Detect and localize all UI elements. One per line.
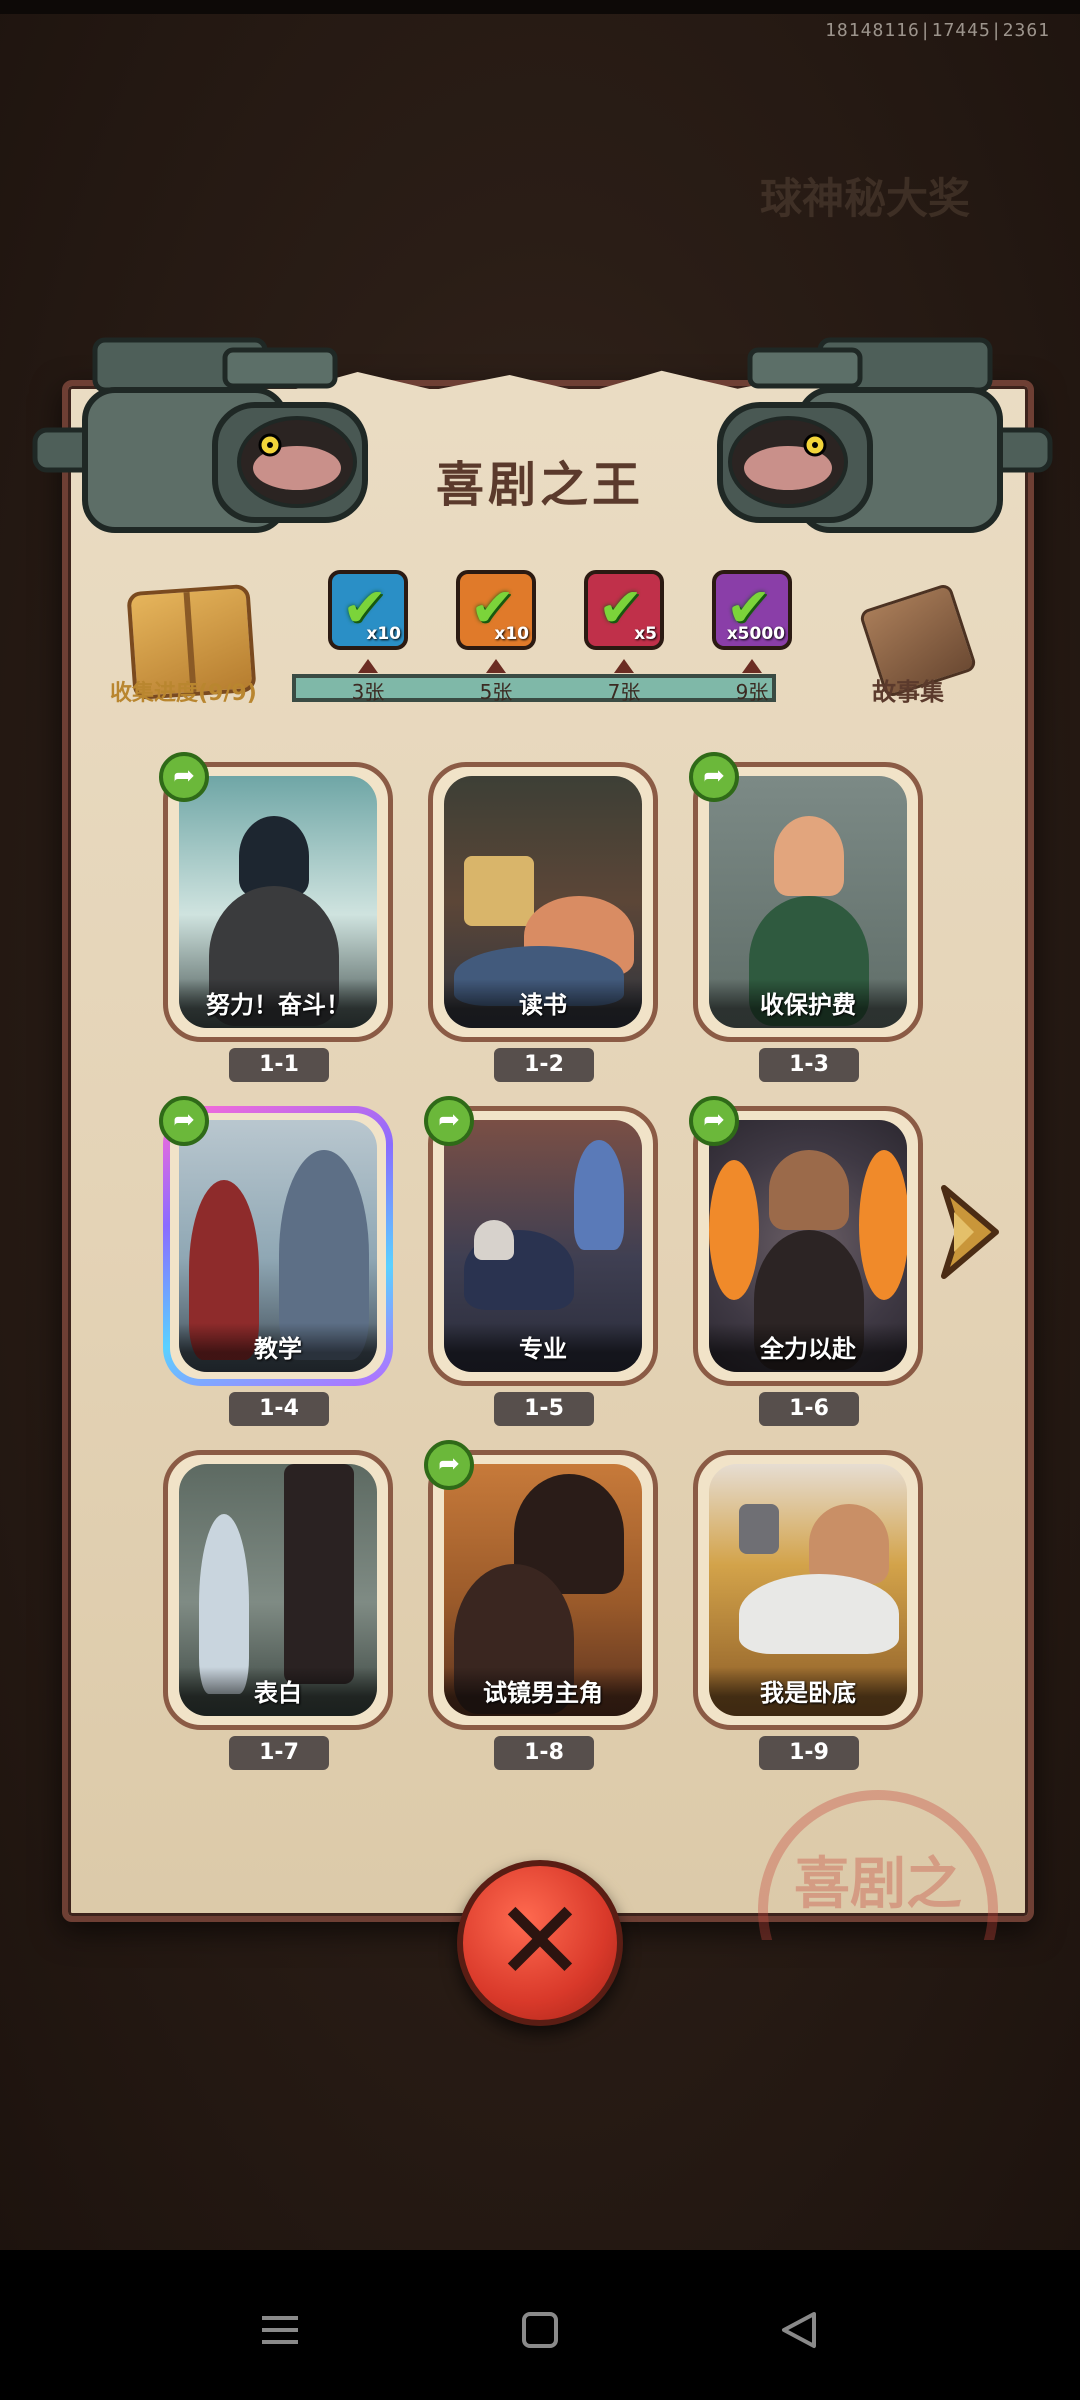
card-number: 1-1 [229,1048,329,1082]
card-title: 教学 [179,1323,377,1372]
progress-marker-icon [486,659,506,673]
back-triangle-icon[interactable] [770,2300,830,2360]
home-square-icon[interactable] [510,2300,570,2360]
story-card-1-3[interactable]: 收保护费 1-3 ➦ [689,752,923,1082]
card-number: 1-5 [494,1392,594,1426]
tier-label: 9张 [735,680,769,704]
card-title: 收保护费 [709,979,907,1028]
tier-label: 3张 [351,680,385,704]
progress-marker-icon [614,659,634,673]
share-arrow-icon[interactable]: ➦ [689,1096,739,1146]
share-arrow-icon[interactable]: ➦ [159,752,209,802]
card-title: 试镜男主角 [444,1667,642,1716]
card-title: 专业 [444,1323,642,1372]
card-number: 1-8 [494,1736,594,1770]
share-arrow-icon[interactable]: ➦ [689,752,739,802]
story-card-1-2[interactable]: 读书 1-2 [428,762,658,1082]
card-number: 1-3 [759,1048,859,1082]
story-card-1-1[interactable]: 努力！奋斗！ 1-1 ➦ [159,752,393,1082]
navigation-bar [0,2250,1080,2400]
story-card-1-5[interactable]: 专业 1-5 ➦ [424,1096,658,1426]
menu-icon[interactable] [250,2300,310,2360]
background-faint-text: 球神秘大奖 [760,174,971,223]
reward-blue-card[interactable]: ✔ x10 [328,570,408,650]
reward-gem[interactable]: ✔ x5 [584,570,664,650]
reward-quantity: x10 [494,624,529,644]
seal-text: 喜剧之王 [758,1790,998,1940]
share-arrow-icon[interactable]: ➦ [424,1096,474,1146]
card-number: 1-6 [759,1392,859,1426]
card-number: 1-4 [229,1392,329,1426]
status-bar [0,0,1080,14]
story-card-1-8[interactable]: 试镜男主角 1-8 ➦ [424,1440,658,1770]
close-x-icon: ✕ [493,1877,587,2005]
card-title: 读书 [444,979,642,1028]
card-number: 1-9 [759,1736,859,1770]
camera-left-icon [32,337,368,533]
page-title: 喜剧之王 [435,457,644,513]
collection-progress-label: 收集进度(9/9) [110,681,257,706]
story-collection-label[interactable]: 故事集 [872,672,944,707]
card-title: 全力以赴 [709,1323,907,1372]
story-card-1-6[interactable]: 全力以赴 1-6 ➦ [689,1096,923,1426]
progress-marker-icon [358,659,378,673]
next-page-arrow-icon[interactable] [938,1182,1002,1282]
tier-label: 7张 [607,680,641,704]
story-card-1-9[interactable]: 我是卧底 1-9 [693,1450,923,1770]
close-button[interactable]: ✕ [457,1860,623,2026]
card-title: 努力！奋斗！ [179,979,377,1028]
reward-quantity: x5 [634,624,657,644]
device-id-text: 18148116|17445|2361 [825,20,1050,41]
card-number: 1-7 [229,1736,329,1770]
reward-orange-card[interactable]: ✔ x10 [456,570,536,650]
share-arrow-icon[interactable]: ➦ [159,1096,209,1146]
card-title: 我是卧底 [709,1667,907,1716]
reward-coin[interactable]: ✔ x5000 [712,570,792,650]
card-title: 表白 [179,1667,377,1716]
story-card-1-4[interactable]: 教学 1-4 ➦ [159,1096,393,1426]
camera-right-icon [717,337,1053,533]
reward-quantity: x10 [366,624,401,644]
progress-marker-icon [742,659,762,673]
reward-quantity: x5000 [726,624,785,644]
tier-label: 5张 [479,680,513,704]
stamp-seal: 喜剧之王 [748,1790,1008,1940]
card-number: 1-2 [494,1048,594,1082]
story-card-1-7[interactable]: 表白 1-7 [163,1450,393,1770]
share-arrow-icon[interactable]: ➦ [424,1440,474,1490]
